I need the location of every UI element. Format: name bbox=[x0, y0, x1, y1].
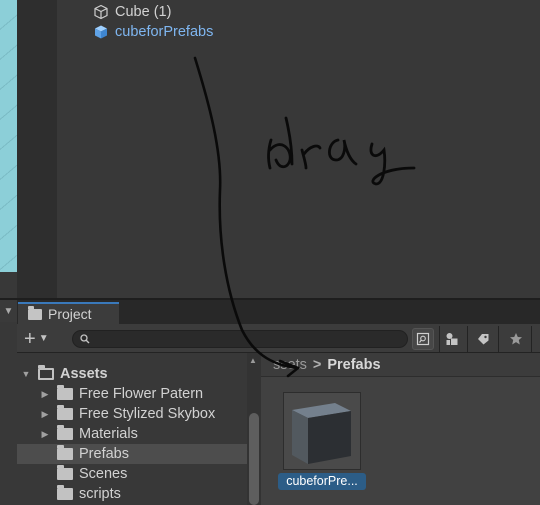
toolbar-separator bbox=[439, 326, 440, 352]
tree-item-label: Prefabs bbox=[79, 446, 129, 462]
folder-icon bbox=[57, 465, 73, 480]
search-field[interactable] bbox=[72, 330, 408, 348]
toolbar-separator bbox=[498, 326, 499, 352]
search-scope-button[interactable] bbox=[412, 328, 434, 350]
asset-thumbnail-cubeforprefabs[interactable] bbox=[283, 392, 361, 470]
external-search-icon bbox=[416, 332, 430, 346]
scene-view-edge[interactable] bbox=[0, 0, 17, 272]
tree-item-label: Materials bbox=[79, 426, 138, 442]
collapsed-arrow-icon[interactable]: ▶ bbox=[39, 389, 51, 400]
tree-item-label: Free Stylized Skybox bbox=[79, 406, 216, 422]
search-icon bbox=[80, 334, 90, 344]
breadcrumb-parent[interactable]: ssets bbox=[273, 357, 307, 373]
scene-view-footer bbox=[0, 272, 17, 298]
asset-label[interactable]: cubeforPre... bbox=[278, 473, 366, 490]
shapes-filter-icon bbox=[446, 333, 458, 345]
filter-by-label-button[interactable] bbox=[472, 328, 494, 350]
cube-outline-icon bbox=[94, 4, 108, 20]
scrollbar-thumb[interactable] bbox=[249, 413, 259, 505]
folder-icon bbox=[57, 445, 73, 460]
star-icon bbox=[510, 333, 522, 345]
tree-item-materials[interactable]: ▶ Materials bbox=[17, 424, 247, 444]
breadcrumb-separator: > bbox=[312, 356, 322, 373]
create-button[interactable]: + ▼ bbox=[24, 329, 58, 349]
tree-item-label: Free Flower Patern bbox=[79, 386, 204, 402]
collapsed-arrow-icon[interactable]: ▶ bbox=[39, 409, 51, 420]
chevron-down-icon: ▼ bbox=[38, 333, 49, 344]
tree-item-assets[interactable]: ▼ Assets bbox=[17, 364, 247, 384]
folder-icon bbox=[57, 425, 73, 440]
collapsed-arrow-icon[interactable]: ▶ bbox=[39, 429, 51, 440]
tree-item-scripts[interactable]: scripts bbox=[17, 484, 247, 504]
hierarchy-gutter bbox=[17, 0, 57, 298]
hierarchy-item-label: cubeforPrefabs bbox=[115, 24, 214, 40]
hierarchy-item-label: Cube (1) bbox=[115, 4, 172, 20]
folder-icon bbox=[57, 485, 73, 500]
breadcrumb-current[interactable]: Prefabs bbox=[327, 357, 380, 373]
tree-item-prefabs[interactable]: Prefabs bbox=[17, 444, 247, 464]
folder-icon bbox=[28, 305, 42, 320]
favorites-button[interactable] bbox=[505, 328, 527, 350]
tree-item-label: scripts bbox=[79, 486, 121, 502]
plus-icon: + bbox=[24, 328, 36, 350]
toolbar-separator bbox=[467, 326, 468, 352]
hierarchy-item-cube-1[interactable]: Cube (1) bbox=[93, 2, 171, 22]
tree-item-label: Scenes bbox=[79, 466, 128, 482]
scroll-up-icon[interactable]: ▲ bbox=[249, 356, 257, 365]
folder-icon bbox=[57, 385, 73, 400]
tree-item-label: Assets bbox=[60, 366, 108, 382]
tree-item-free-flower-patern[interactable]: ▶ Free Flower Patern bbox=[17, 384, 247, 404]
scene-dropdown-arrow[interactable]: ▼ bbox=[0, 300, 17, 322]
search-input[interactable] bbox=[95, 331, 395, 347]
tree-item-free-stylized-skybox[interactable]: ▶ Free Stylized Skybox bbox=[17, 404, 247, 424]
tag-icon bbox=[478, 334, 489, 345]
tree-item-scenes[interactable]: Scenes bbox=[17, 464, 247, 484]
toolbar-separator bbox=[531, 326, 532, 352]
open-folder-icon bbox=[38, 365, 54, 380]
expanded-arrow-icon[interactable]: ▼ bbox=[20, 369, 32, 379]
tab-project[interactable]: Project bbox=[18, 302, 119, 324]
prefab-cube-thumbnail bbox=[292, 403, 351, 464]
folder-icon bbox=[57, 405, 73, 420]
hierarchy-item-cubeforprefabs[interactable]: cubeforPrefabs bbox=[93, 22, 213, 42]
prefab-cube-icon bbox=[95, 25, 107, 39]
filter-by-type-button[interactable] bbox=[441, 328, 463, 350]
breadcrumb: ssets > Prefabs bbox=[261, 353, 540, 377]
tab-label: Project bbox=[48, 306, 92, 322]
hierarchy-panel bbox=[57, 0, 540, 298]
